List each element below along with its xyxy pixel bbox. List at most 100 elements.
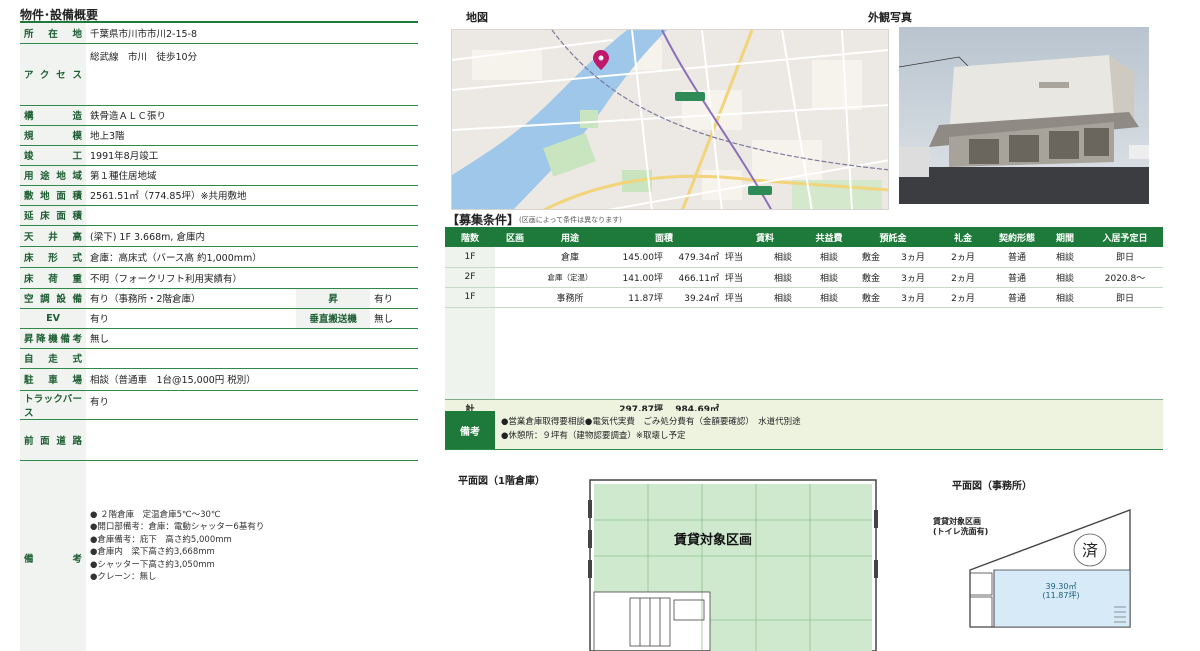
map-graphic (452, 30, 888, 209)
spec-row: 自 走 式 (20, 348, 418, 369)
spec-row: 構 造鉄骨造ＡＬＣ張り (20, 105, 418, 126)
spec-label: 床 荷 重 (20, 267, 86, 289)
spec-label: 駐 車 場 (20, 368, 86, 391)
remark-item: ● ２階倉庫 定温倉庫5℃～30℃ (90, 509, 221, 520)
cell-unit: 坪当 (723, 247, 759, 268)
spec-row: 備 考 ● ２階倉庫 定温倉庫5℃～30℃ ●開口部備考：倉庫：電動シャッター6… (20, 460, 418, 651)
spec-value: (梁下) 1F 3.668m, 倉庫内 (86, 225, 418, 247)
spec-row: 前面道路 (20, 419, 418, 461)
exterior-photo[interactable] (899, 27, 1149, 204)
spec-value: 無し (86, 328, 418, 349)
table-row-empty (445, 307, 1163, 400)
cell-sqm: 466.11㎡ (667, 267, 723, 288)
remarks-list: ● ２階倉庫 定温倉庫5℃～30℃ ●開口部備考：倉庫：電動シャッター6基有り … (90, 461, 414, 584)
cell-deposit-type: 敷金 (851, 267, 891, 288)
spec-value: 有り (86, 390, 418, 420)
notes-rule (445, 449, 1163, 450)
cell-move-in: 即日 (1087, 247, 1163, 268)
spec-row: 天 井 高 (梁下) 1F 3.668m, 倉庫内 (20, 225, 418, 247)
spec-row: 床 荷 重不明（フォークリフト利用実績有） (20, 267, 418, 289)
spec-label: 規 模 (20, 125, 86, 146)
spec-label: EV (20, 308, 86, 329)
spec-sub-value: 有り (370, 288, 418, 309)
spec-row: トラックバース 有り (20, 390, 418, 420)
cell-floor: 2F (445, 267, 495, 288)
cell-sqm: 39.24㎡ (667, 287, 723, 308)
spec-row: 規 模地上3階 (20, 125, 418, 146)
spec-label: 構 造 (20, 105, 86, 126)
spec-row: 床 形 式倉庫：高床式（バース高 約1,000mm） (20, 246, 418, 268)
cell-move-in: 2020.8～ (1087, 267, 1163, 288)
cell-use: 事務所 (535, 287, 605, 308)
table-row: 1F 倉庫 145.00坪 479.34㎡ 坪当 相談 相談 敷金 3ヵ月 2ヵ… (445, 247, 1163, 268)
spec-value: 第１種住居地域 (86, 165, 418, 186)
spec-label: 敷地面積 (20, 185, 86, 206)
cell-area (495, 267, 535, 288)
conditions-note: (区画によって条件は異なります) (519, 216, 622, 224)
spec-row: 所 在 地千葉県市川市市川2-15-8 (20, 23, 418, 44)
spec-row: 昇降機備考 無し (20, 328, 418, 349)
cell-key-money: 2ヵ月 (935, 287, 991, 308)
cell-key-money: 2ヵ月 (935, 247, 991, 268)
spec-table: 所 在 地千葉県市川市市川2-15-8 アクセス 総武線 市川 徒歩10分 構 造… (20, 23, 418, 651)
location-map[interactable] (451, 29, 889, 210)
spec-value: 1991年8月竣工 (86, 145, 418, 166)
cell-tsubo: 11.87坪 (605, 287, 667, 308)
remark-item: ●倉庫内 梁下高さ約3,668mm (90, 547, 215, 557)
cell-area (495, 287, 535, 308)
cell-unit: 坪当 (723, 267, 759, 288)
cell-floor: 1F (445, 247, 495, 268)
spec-label: 空調設備 (20, 288, 86, 309)
spec-row: EV 有り 垂直搬送機 無し (20, 308, 418, 329)
spec-label: 昇降機備考 (20, 328, 86, 349)
spec-label: 備 考 (20, 460, 86, 651)
cell-unit: 坪当 (723, 287, 759, 308)
header-cell: 区画 (495, 227, 535, 247)
warehouse-plan-drawing (588, 479, 878, 651)
spec-value (86, 419, 418, 461)
cell-rent: 相談 (759, 287, 807, 308)
header-cell: 礼金 (935, 227, 991, 247)
cell-term: 相談 (1043, 247, 1087, 268)
header-cell: 賃料 (723, 227, 807, 247)
spec-row: アクセス 総武線 市川 徒歩10分 (20, 43, 418, 106)
remark-item: ●開口部備考：倉庫：電動シャッター6基有り (90, 522, 265, 532)
spec-value: 有り（事務所・2階倉庫） (86, 288, 297, 309)
spec-row: 駐 車 場相談（普通車 1台@15,000円 税別） (20, 368, 418, 391)
spec-label: 竣 工 (20, 145, 86, 166)
office-area-sqm: 39.30㎡ (1045, 582, 1077, 591)
warehouse-floor-plan[interactable] (570, 470, 890, 651)
spec-value: 地上3階 (86, 125, 418, 146)
cell-deposit: 3ヵ月 (891, 247, 935, 268)
remark-item: ●クレーン：無し (90, 572, 157, 582)
spec-sub-label: 昇 (296, 288, 371, 309)
spec-value (86, 205, 418, 226)
spec-value: 倉庫：高床式（バース高 約1,000mm） (86, 246, 418, 268)
remark-item: ●シャッター下高さ約3,050mm (90, 559, 215, 570)
header-cell: 階数 (445, 227, 495, 247)
header-cell: 預託金 (851, 227, 935, 247)
cell-deposit-type: 敷金 (851, 247, 891, 268)
table-row: 1F 事務所 11.87坪 39.24㎡ 坪当 相談 相談 敷金 3ヵ月 2ヵ月… (445, 287, 1163, 308)
cell-common: 相談 (807, 267, 851, 288)
conditions-title: 【募集条件】 (447, 213, 520, 227)
table-row: 2F 倉庫（定温） 141.00坪 466.11㎡ 坪当 相談 相談 敷金 3ヵ… (445, 267, 1163, 288)
cell-area (495, 247, 535, 268)
spec-label: 天 井 高 (20, 225, 86, 247)
header-cell: 期間 (1043, 227, 1087, 247)
cell-deposit: 3ヵ月 (891, 287, 935, 308)
spec-label: 延床面積 (20, 205, 86, 226)
header-cell: 入居予定日 (1087, 227, 1163, 247)
cell-contract: 普通 (991, 287, 1043, 308)
cell-common: 相談 (807, 247, 851, 268)
remark-item: ●倉庫備考：庇下 高さ約5,000mm (90, 534, 232, 545)
warehouse-plan-caption: 賃貸対象区画 (674, 533, 753, 548)
done-stamp: 済 (1082, 541, 1098, 560)
remarks-cell: ● ２階倉庫 定温倉庫5℃～30℃ ●開口部備考：倉庫：電動シャッター6基有り … (86, 460, 418, 651)
header-cell: 契約形態 (991, 227, 1043, 247)
spec-row: 空調設備 有り（事務所・2階倉庫）昇有り (20, 288, 418, 309)
cell-rent: 相談 (759, 247, 807, 268)
note-line: ●営業倉庫取得要相談●電気代実費 ごみ処分費有（金額要確認） 水道代別途 (501, 417, 801, 427)
spec-label: アクセス (20, 43, 86, 106)
office-plan-title: 平面図（事務所） (952, 481, 1032, 492)
